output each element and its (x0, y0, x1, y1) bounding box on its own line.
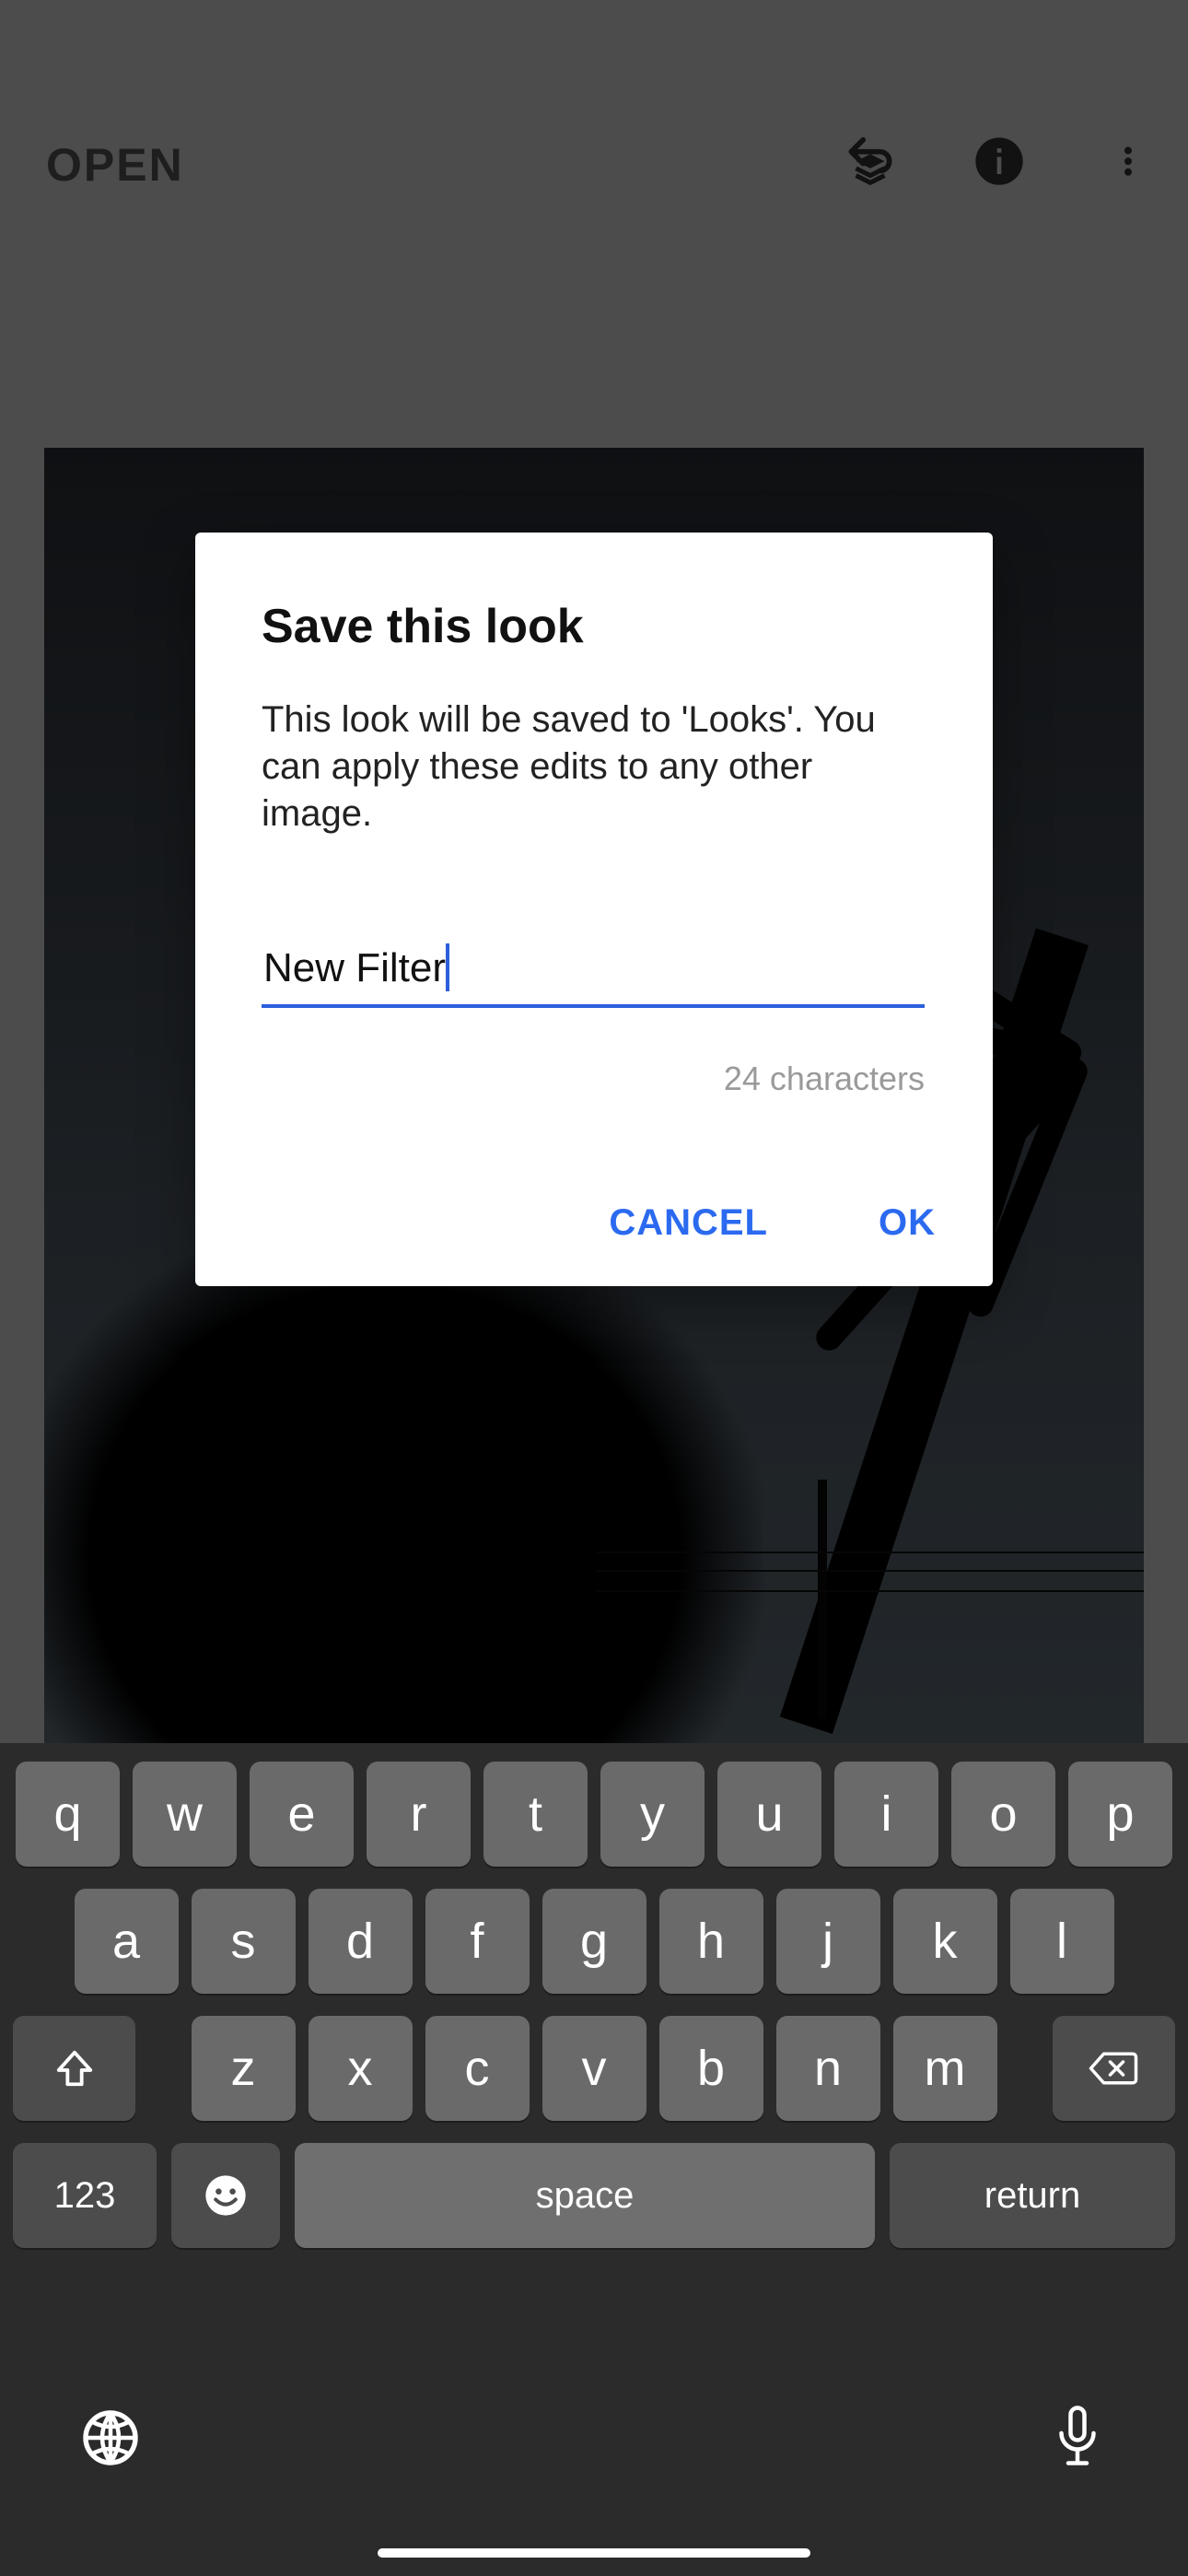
cancel-button[interactable]: CANCEL (609, 1202, 768, 1244)
dialog-actions: CANCEL OK (609, 1202, 936, 1244)
shift-key[interactable] (13, 2016, 135, 2121)
save-look-dialog: Save this look This look will be saved t… (195, 533, 993, 1286)
key-x[interactable]: x (309, 2016, 413, 2121)
keyboard-bottom-bar (0, 2364, 1188, 2548)
key-w[interactable]: w (133, 1762, 237, 1867)
numbers-key[interactable]: 123 (13, 2143, 157, 2248)
key-n[interactable]: n (776, 2016, 880, 2121)
emoji-key[interactable] (171, 2143, 280, 2248)
return-key[interactable]: return (890, 2143, 1175, 2248)
key-e[interactable]: e (250, 1762, 354, 1867)
key-b[interactable]: b (659, 2016, 763, 2121)
key-a[interactable]: a (75, 1889, 179, 1994)
key-k[interactable]: k (893, 1889, 997, 1994)
character-limit-label: 24 characters (262, 1060, 925, 1098)
key-r[interactable]: r (367, 1762, 471, 1867)
screen: OPEN (0, 0, 1188, 2576)
key-q[interactable]: q (16, 1762, 120, 1867)
key-z[interactable]: z (192, 2016, 296, 2121)
dictation-icon[interactable] (1041, 2401, 1114, 2475)
key-h[interactable]: h (659, 1889, 763, 1994)
key-j[interactable]: j (776, 1889, 880, 1994)
globe-icon[interactable] (74, 2401, 147, 2475)
key-l[interactable]: l (1010, 1889, 1114, 1994)
key-t[interactable]: t (483, 1762, 588, 1867)
ok-button[interactable]: OK (879, 1202, 936, 1244)
key-m[interactable]: m (893, 2016, 997, 2121)
key-p[interactable]: p (1068, 1762, 1172, 1867)
dialog-description: This look will be saved to 'Looks'. You … (262, 697, 926, 838)
key-g[interactable]: g (542, 1889, 646, 1994)
filter-name-field (262, 940, 925, 1008)
filter-name-input[interactable] (262, 940, 925, 1008)
key-s[interactable]: s (192, 1889, 296, 1994)
key-o[interactable]: o (951, 1762, 1055, 1867)
key-c[interactable]: c (425, 2016, 530, 2121)
dialog-title: Save this look (262, 599, 926, 654)
key-y[interactable]: y (600, 1762, 705, 1867)
key-f[interactable]: f (425, 1889, 530, 1994)
key-i[interactable]: i (834, 1762, 938, 1867)
on-screen-keyboard: qwertyuiop asdfghjkl zxcvbnm 123 space r… (0, 1743, 1188, 2576)
key-u[interactable]: u (717, 1762, 821, 1867)
key-v[interactable]: v (542, 2016, 646, 2121)
text-caret (446, 943, 449, 991)
key-d[interactable]: d (309, 1889, 413, 1994)
home-indicator[interactable] (378, 2548, 810, 2558)
space-key[interactable]: space (295, 2143, 875, 2248)
backspace-key[interactable] (1053, 2016, 1175, 2121)
